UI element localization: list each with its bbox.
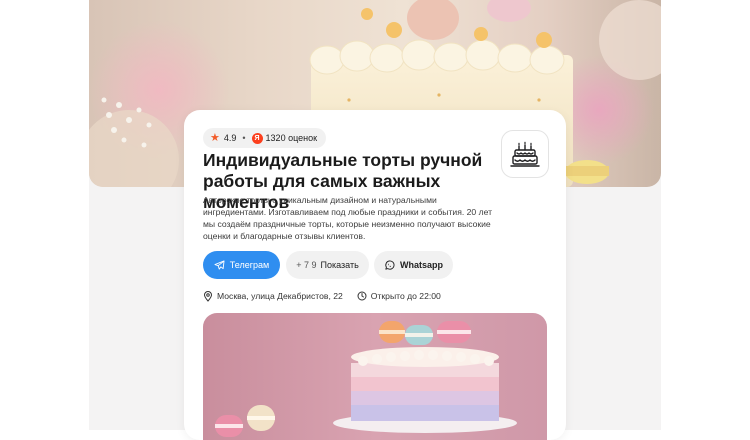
star-icon: ★ — [210, 131, 220, 144]
telegram-button-label: Телеграм — [229, 260, 270, 270]
business-card: ★ 4.9 • Я 1320 оценок Индивидуальные тор… — [184, 110, 566, 440]
birthday-cake-icon — [510, 141, 540, 167]
business-info-row: Москва, улица Декабристов, 22 Открыто до… — [203, 289, 441, 303]
gallery-cake-photo[interactable] — [203, 313, 547, 440]
rating-badge[interactable]: ★ 4.9 • Я 1320 оценок — [203, 128, 327, 148]
yandex-icon: Я — [251, 132, 263, 144]
clock-icon — [357, 291, 367, 301]
rating-reviews-count: 1320 оценок — [265, 133, 318, 143]
whatsapp-button-label: Whatsapp — [399, 260, 443, 270]
show-phone-label: Показать — [320, 260, 359, 270]
whatsapp-button[interactable]: Whatsapp — [374, 251, 453, 279]
show-phone-button[interactable]: + 7 9 Показать — [286, 251, 369, 279]
whatsapp-icon — [385, 260, 395, 270]
business-address: Москва, улица Декабристов, 22 — [217, 291, 343, 301]
telegram-button[interactable]: Телеграм — [203, 251, 280, 279]
phone-prefix: + 7 9 — [296, 260, 317, 270]
company-logo — [501, 130, 549, 178]
location-pin-icon — [203, 290, 213, 302]
business-description: Авторские торты с уникальным дизайном и … — [203, 195, 493, 241]
rating-score: 4.9 — [223, 133, 237, 143]
telegram-icon — [214, 260, 225, 270]
opening-hours: Открыто до 22:00 — [370, 291, 441, 301]
rating-separator: • — [242, 133, 246, 143]
